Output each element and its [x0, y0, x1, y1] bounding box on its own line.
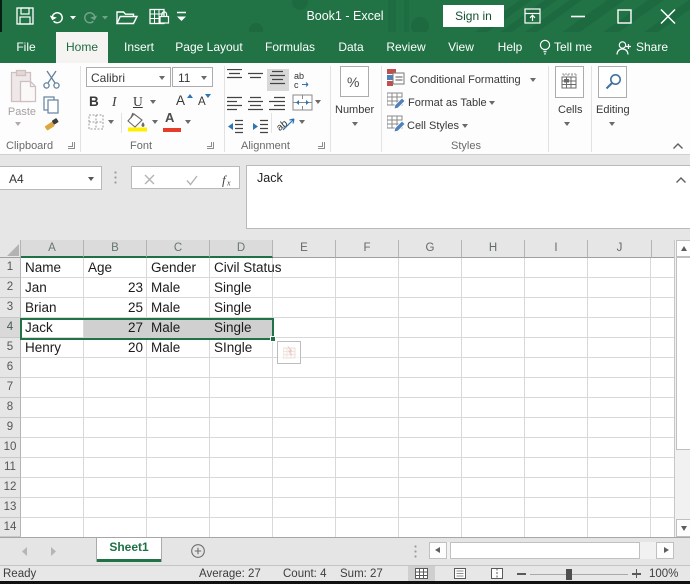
svg-text:c: c [294, 80, 299, 89]
svg-text:x: x [226, 179, 231, 188]
